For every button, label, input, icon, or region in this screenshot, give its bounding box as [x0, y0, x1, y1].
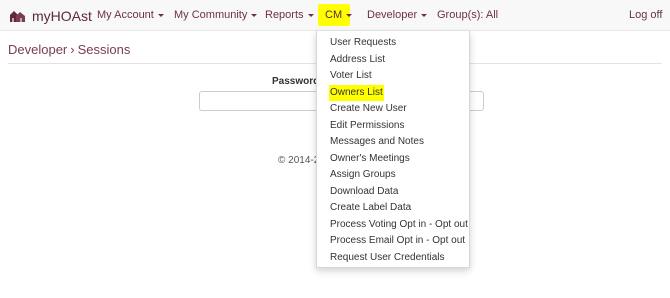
- nav-log-off[interactable]: Log off: [629, 0, 662, 31]
- caret-down-icon: [307, 13, 314, 17]
- caret-down-icon: [346, 13, 353, 17]
- menu-item-user-requests[interactable]: User Requests: [329, 35, 397, 51]
- nav-my-community-label: My Community: [174, 9, 248, 21]
- menu-item-voter-list[interactable]: Voter List: [329, 68, 373, 84]
- brand-link[interactable]: myHOAst: [9, 6, 92, 26]
- menu-item-edit-permissions[interactable]: Edit Permissions: [329, 118, 405, 134]
- menu-item-owners-list[interactable]: Owners List: [329, 84, 384, 101]
- menu-item-address-list[interactable]: Address List: [329, 52, 386, 68]
- cm-dropdown-menu: User Requests Address List Voter List Ow…: [316, 31, 470, 268]
- nav-my-community[interactable]: My Community: [174, 0, 258, 31]
- menu-item-create-label-data[interactable]: Create Label Data: [329, 200, 412, 216]
- nav-reports-label: Reports: [265, 9, 304, 21]
- nav-reports[interactable]: Reports: [265, 0, 314, 31]
- nav-cm-label: CM: [325, 9, 343, 21]
- breadcrumb-current: Sessions: [77, 42, 131, 57]
- nav-developer[interactable]: Developer: [367, 0, 428, 31]
- caret-down-icon: [157, 13, 164, 17]
- menu-item-download-data[interactable]: Download Data: [329, 184, 399, 200]
- nav-groups[interactable]: Group(s): All: [437, 0, 498, 31]
- brand-name: myHOAst: [32, 8, 92, 24]
- houses-logo-icon: [10, 11, 25, 22]
- nav-groups-label: Group(s): All: [437, 9, 499, 21]
- menu-item-messages-and-notes[interactable]: Messages and Notes: [329, 134, 425, 150]
- breadcrumb-parent[interactable]: Developer: [8, 42, 67, 57]
- breadcrumb: Developer › Sessions: [8, 42, 130, 57]
- menu-item-create-new-user[interactable]: Create New User: [329, 101, 408, 117]
- breadcrumb-separator: ›: [70, 42, 75, 57]
- menu-item-request-user-credentials[interactable]: Request User Credentials: [329, 250, 446, 266]
- nav-log-off-label: Log off: [629, 9, 663, 21]
- footer-copyright: © 2014-2: [278, 155, 320, 166]
- nav-cm[interactable]: CM: [325, 0, 353, 31]
- menu-item-owners-meetings[interactable]: Owner's Meetings: [329, 151, 411, 167]
- nav-developer-label: Developer: [367, 9, 418, 21]
- nav-my-account[interactable]: My Account: [97, 0, 164, 31]
- menu-item-process-email-opt[interactable]: Process Email Opt in - Opt out: [329, 233, 466, 249]
- password-label: Password: [272, 76, 320, 87]
- top-navbar: myHOAst My Account My Community Reports …: [0, 0, 670, 31]
- nav-my-account-label: My Account: [97, 9, 154, 21]
- caret-down-icon: [251, 13, 258, 17]
- caret-down-icon: [421, 13, 428, 17]
- menu-item-process-voting-opt[interactable]: Process Voting Opt in - Opt out: [329, 217, 469, 233]
- menu-item-assign-groups[interactable]: Assign Groups: [329, 167, 397, 183]
